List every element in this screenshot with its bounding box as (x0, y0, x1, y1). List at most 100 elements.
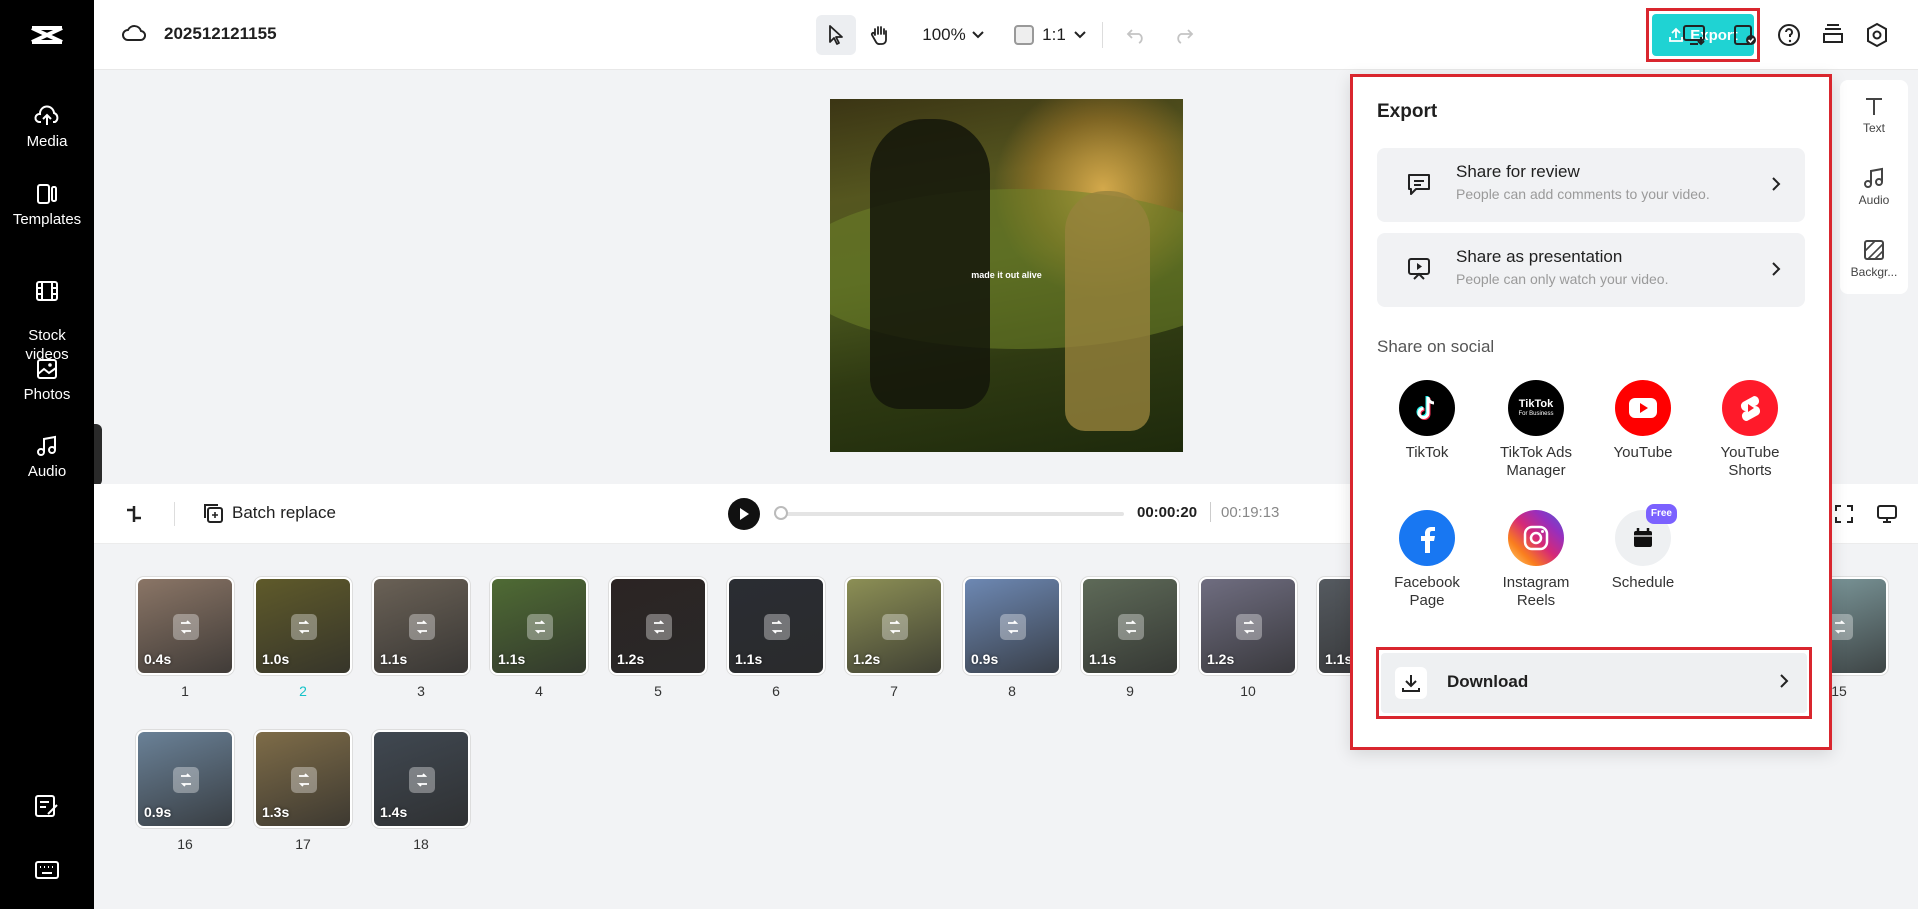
clip-thumbnail[interactable]: 1.3s (254, 730, 352, 828)
clip-thumbnail[interactable]: 1.2s (845, 577, 943, 675)
split-tool-icon[interactable] (124, 504, 144, 524)
edit-notes-icon[interactable] (33, 792, 61, 820)
replace-clip-icon[interactable] (173, 614, 199, 640)
social-schedule[interactable]: Free Schedule (1593, 504, 1693, 592)
clip-thumbnail[interactable]: 1.2s (609, 577, 707, 675)
replace-clip-icon[interactable] (291, 767, 317, 793)
redo-icon (1177, 29, 1194, 44)
zoom-dropdown[interactable]: 100% (916, 15, 990, 55)
social-tiktok-ads-manager[interactable]: TikTok For Business TikTok Ads Manager (1486, 380, 1586, 480)
cloud-sync-icon[interactable] (122, 23, 146, 45)
clip-thumbnail[interactable]: 1.1s (372, 577, 470, 675)
replace-clip-icon[interactable] (1236, 614, 1262, 640)
top-bar: 202512121155 100% 1:1 Export (94, 0, 1918, 70)
current-time: 00:00:20 (1137, 504, 1198, 521)
scrubber-handle[interactable] (774, 506, 788, 520)
help-icon[interactable] (1776, 22, 1802, 48)
replace-clip-icon[interactable] (173, 767, 199, 793)
clip-duration: 1.4s (380, 804, 408, 820)
social-instagram-reels[interactable]: Instagram Reels (1486, 510, 1586, 610)
sidebar-item-photos[interactable]: Photos (0, 357, 94, 404)
share-presentation-subtitle: People can only watch your video. (1456, 271, 1669, 287)
share-presentation-title: Share as presentation (1456, 247, 1623, 266)
keyboard-icon[interactable] (33, 856, 61, 884)
clip-thumbnail[interactable]: 1.1s (727, 577, 825, 675)
clip-duration: 1.1s (498, 651, 526, 667)
chevron-down-icon (1074, 31, 1086, 39)
sidebar-label: Audio (27, 463, 67, 480)
replace-clip-icon[interactable] (1118, 614, 1144, 640)
undo-icon (1126, 29, 1143, 44)
replace-clip-icon[interactable] (409, 767, 435, 793)
aspect-ratio-dropdown[interactable]: 1:1 (1014, 15, 1086, 55)
share-as-presentation-card[interactable]: Share as presentation People can only wa… (1377, 233, 1805, 307)
right-tool-audio[interactable]: Audio (1840, 166, 1908, 207)
tiktok-ads-logo-text: TikTok (1518, 397, 1554, 410)
sidebar-label: Templates (12, 211, 82, 228)
social-youtube-shorts[interactable]: YouTube Shorts (1700, 380, 1800, 480)
social-facebook-page[interactable]: Facebook Page (1377, 510, 1477, 610)
select-tool-button[interactable] (816, 15, 856, 55)
film-icon (36, 281, 58, 301)
social-tiktok[interactable]: TikTok (1377, 380, 1477, 462)
clip-thumbnail[interactable]: 1.4s (372, 730, 470, 828)
undo-button[interactable] (1116, 15, 1156, 55)
right-tool-background[interactable]: Backgr... (1840, 238, 1908, 279)
clip-number: 1 (181, 683, 189, 699)
replace-clip-icon[interactable] (764, 614, 790, 640)
clip-number: 18 (413, 836, 429, 852)
chevron-right-icon (1772, 262, 1781, 276)
batch-replace-button[interactable]: Batch replace (202, 502, 336, 524)
layers-icon[interactable] (1820, 22, 1846, 48)
redo-button[interactable] (1164, 15, 1204, 55)
replace-clip-icon[interactable] (882, 614, 908, 640)
clip-thumbnail[interactable]: 0.9s (963, 577, 1061, 675)
ratio-value: 1:1 (1042, 25, 1066, 44)
download-button[interactable]: Download (1381, 653, 1807, 713)
replace-clip-icon[interactable] (1000, 614, 1026, 640)
total-time: 00:19:13 (1221, 504, 1280, 521)
templates-icon (37, 184, 57, 204)
sidebar-label: Media (26, 133, 68, 150)
social-youtube[interactable]: YouTube (1593, 380, 1693, 462)
clip-duration: 1.1s (1325, 651, 1353, 667)
sidebar-item-media[interactable]: Media (0, 104, 94, 151)
clip-number: 7 (890, 683, 898, 699)
video-preview[interactable]: made it out alive (830, 99, 1183, 452)
replace-clip-icon[interactable] (291, 614, 317, 640)
sidebar-item-stock-videos[interactable]: Stock videos (0, 260, 94, 364)
fullscreen-icon[interactable] (1834, 504, 1854, 524)
replace-clip-icon[interactable] (409, 614, 435, 640)
preview-caption: made it out alive (971, 270, 1042, 280)
sidebar-label: Photos (23, 386, 71, 403)
share-for-review-card[interactable]: Share for review People can add comments… (1377, 148, 1805, 222)
right-tool-label: Backgr... (1850, 265, 1898, 279)
project-title[interactable]: 202512121155 (164, 24, 277, 44)
clip-thumbnail[interactable]: 1.1s (490, 577, 588, 675)
monitor-download-icon[interactable] (1682, 22, 1708, 48)
preview-monitor-icon[interactable] (1876, 504, 1898, 524)
cloud-upload-icon (34, 105, 59, 125)
shield-check-icon[interactable] (1732, 22, 1758, 48)
clip-duration: 1.1s (1089, 651, 1117, 667)
clip-duration: 1.1s (735, 651, 763, 667)
play-button[interactable] (728, 498, 760, 530)
playback-scrubber[interactable] (774, 512, 1124, 516)
sidebar-item-audio[interactable]: Audio (0, 434, 94, 481)
hand-tool-button[interactable] (860, 15, 900, 55)
capcut-logo-icon[interactable] (29, 20, 65, 50)
clip-thumbnail[interactable]: 1.2s (1199, 577, 1297, 675)
export-panel: Export Share for review People can add c… (1350, 74, 1832, 750)
sidebar-collapse-handle[interactable] (94, 424, 102, 486)
hand-icon (870, 26, 887, 45)
replace-clip-icon[interactable] (527, 614, 553, 640)
right-tool-text[interactable]: Text (1840, 94, 1908, 135)
sidebar-item-templates[interactable]: Templates (0, 182, 94, 229)
clip-thumbnail[interactable]: 0.4s (136, 577, 234, 675)
settings-icon[interactable] (1864, 22, 1890, 48)
clip-thumbnail[interactable]: 1.1s (1081, 577, 1179, 675)
share-on-social-label: Share on social (1377, 337, 1495, 356)
clip-thumbnail[interactable]: 0.9s (136, 730, 234, 828)
clip-thumbnail[interactable]: 1.0s (254, 577, 352, 675)
replace-clip-icon[interactable] (646, 614, 672, 640)
